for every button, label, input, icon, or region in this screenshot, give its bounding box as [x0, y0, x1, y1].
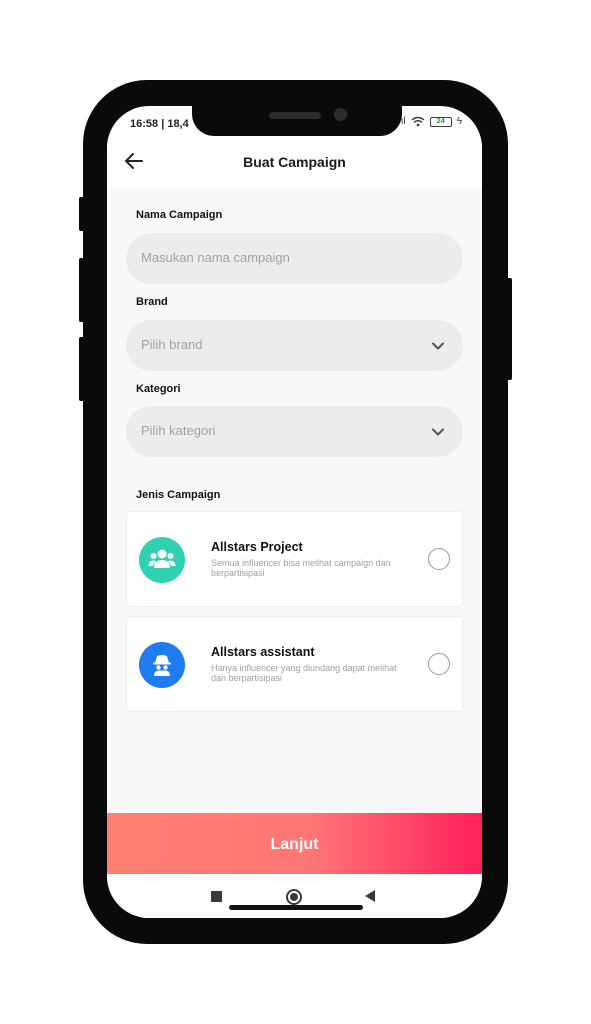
campaign-name-placeholder: Masukan nama campaign: [141, 250, 290, 265]
status-icons: ıl 24 ϟ: [401, 116, 462, 127]
campaign-type-option-assistant[interactable]: Allstars assistant Hanya influencer yang…: [126, 616, 463, 712]
chevron-down-icon: [432, 428, 444, 436]
option-description: Hanya influencer yang diundang dapat mel…: [211, 663, 397, 683]
battery-icon: 24: [429, 116, 452, 127]
recent-apps-icon[interactable]: [211, 891, 222, 902]
wifi-icon: [411, 116, 425, 127]
app-screen: 16:58 | 18,4 ıl 24 ϟ Buat Campaign Nama …: [107, 106, 482, 918]
spy-icon: [139, 642, 185, 688]
brand-select[interactable]: Pilih brand: [126, 320, 463, 371]
brand-placeholder: Pilih brand: [141, 337, 203, 352]
option-title: Allstars Project: [211, 540, 303, 554]
android-nav-bar: [107, 874, 482, 918]
continue-button-label: Lanjut: [270, 836, 319, 853]
category-placeholder: Pilih kategori: [141, 423, 216, 438]
option-title: Allstars assistant: [211, 645, 315, 659]
radio-button[interactable]: [428, 548, 450, 570]
brand-label: Brand: [136, 296, 168, 308]
speaker: [269, 112, 321, 119]
campaign-type-option-project[interactable]: Allstars Project Semua influencer bisa m…: [126, 511, 463, 607]
notch: [192, 106, 402, 136]
campaign-name-input[interactable]: Masukan nama campaign: [126, 233, 463, 284]
status-time: 16:58 | 18,4: [130, 118, 189, 130]
charging-icon: ϟ: [456, 116, 462, 127]
form-content: Nama Campaign Masukan nama campaign Bran…: [107, 188, 482, 814]
group-icon: [139, 537, 185, 583]
category-label: Kategori: [136, 383, 181, 395]
home-icon[interactable]: [286, 889, 302, 905]
page-title: Buat Campaign: [243, 154, 346, 170]
radio-button[interactable]: [428, 653, 450, 675]
home-indicator: [229, 905, 363, 910]
campaign-type-label: Jenis Campaign: [136, 489, 221, 501]
nav-back-icon[interactable]: [365, 890, 375, 902]
app-header: Buat Campaign: [107, 136, 482, 188]
category-select[interactable]: Pilih kategori: [126, 406, 463, 457]
option-description: Semua influencer bisa melihat campaign d…: [211, 558, 391, 578]
chevron-down-icon: [432, 342, 444, 350]
campaign-name-label: Nama Campaign: [136, 209, 223, 221]
continue-button[interactable]: Lanjut: [107, 813, 482, 874]
front-camera: [334, 108, 347, 121]
